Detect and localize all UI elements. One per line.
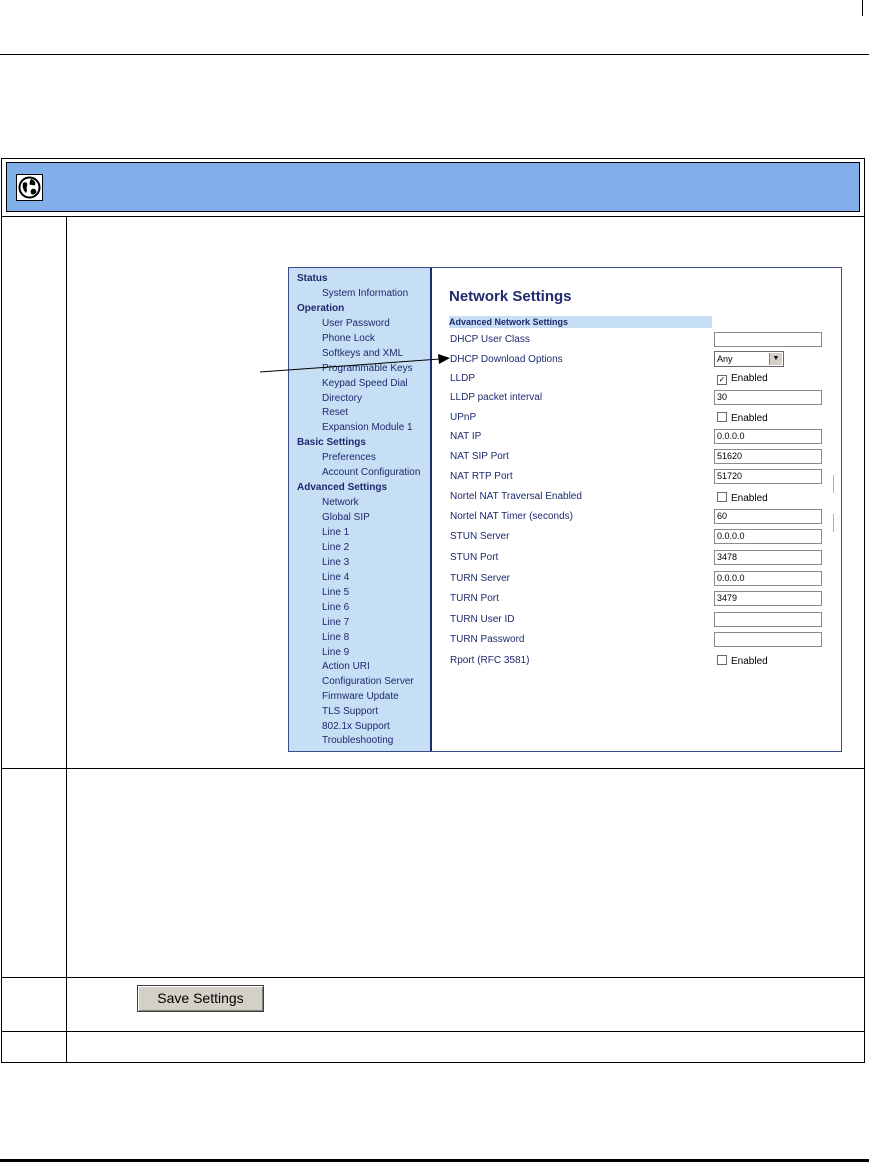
section-header: Advanced Network Settings xyxy=(449,316,712,328)
dhcp-download-options-value: Any xyxy=(717,354,733,364)
nat-sip-port-input[interactable]: 51620 xyxy=(714,449,822,464)
nav-item-line-9[interactable]: Line 9 xyxy=(322,647,349,659)
table-header-bar xyxy=(6,162,860,212)
upnp-label: UPnP xyxy=(450,412,477,423)
lldp-enabled-label: Enabled xyxy=(731,373,768,384)
nav-item-user-password[interactable]: User Password xyxy=(322,318,390,330)
nortel-nat-traversal-checkbox[interactable]: Enabled xyxy=(717,492,768,505)
turn-port-input[interactable]: 3479 xyxy=(714,591,822,606)
nat-rtp-port-input[interactable]: 51720 xyxy=(714,469,822,484)
bottom-rule xyxy=(0,1159,869,1162)
nav-item-expansion-module-1[interactable]: Expansion Module 1 xyxy=(322,422,413,434)
row-divider xyxy=(2,1031,864,1032)
row-divider xyxy=(2,216,864,217)
globe-icon xyxy=(16,174,43,201)
corner-tick xyxy=(862,0,863,16)
turn-server-input[interactable]: 0.0.0.0 xyxy=(714,571,822,586)
lldp-checkbox[interactable]: ✓ Enabled xyxy=(717,373,768,385)
nav-item-action-uri[interactable]: Action URI xyxy=(322,661,370,673)
nortel-nat-timer-input[interactable]: 60 xyxy=(714,509,822,524)
nav-item-preferences[interactable]: Preferences xyxy=(322,452,376,464)
nav-item-line-8[interactable]: Line 8 xyxy=(322,632,349,644)
nav-item-line-5[interactable]: Line 5 xyxy=(322,587,349,599)
upnp-checkbox[interactable]: Enabled xyxy=(717,412,768,425)
nav-item-phone-lock[interactable]: Phone Lock xyxy=(322,333,375,345)
nav-item-line-6[interactable]: Line 6 xyxy=(322,602,349,614)
rport-label: Rport (RFC 3581) xyxy=(450,655,530,666)
nav-item-directory[interactable]: Directory xyxy=(322,393,362,405)
nat-rtp-port-label: NAT RTP Port xyxy=(450,471,513,482)
top-rule xyxy=(0,54,869,55)
turn-password-label: TURN Password xyxy=(450,634,525,645)
nav-item-line-1[interactable]: Line 1 xyxy=(322,527,349,539)
checkbox-unchecked[interactable] xyxy=(717,492,727,502)
nav-item-line-4[interactable]: Line 4 xyxy=(322,572,349,584)
checkbox-checked[interactable]: ✓ xyxy=(717,375,727,385)
checkbox-unchecked[interactable] xyxy=(717,412,727,422)
dhcp-download-options-label: DHCP Download Options xyxy=(450,354,563,365)
nav-item-global-sip[interactable]: Global SIP xyxy=(322,512,370,524)
nav-item-line-3[interactable]: Line 3 xyxy=(322,557,349,569)
rport-enabled-label: Enabled xyxy=(731,656,768,667)
turn-password-input[interactable] xyxy=(714,632,822,647)
nortel-nat-enabled-label: Enabled xyxy=(731,493,768,504)
nav-item-network[interactable]: Network xyxy=(322,497,359,509)
scroll-edge xyxy=(833,514,834,532)
row-divider xyxy=(2,768,864,769)
nav-heading-advanced-settings[interactable]: Advanced Settings xyxy=(297,482,387,494)
stun-port-input[interactable]: 3478 xyxy=(714,550,822,565)
column-divider xyxy=(66,216,67,1062)
page-title: Network Settings xyxy=(449,288,572,305)
settings-content: Network Settings Advanced Network Settin… xyxy=(434,268,842,751)
dhcp-user-class-label: DHCP User Class xyxy=(450,334,530,345)
nav-heading-operation[interactable]: Operation xyxy=(297,303,344,315)
turn-user-id-input[interactable] xyxy=(714,612,822,627)
lldp-packet-interval-input[interactable]: 30 xyxy=(714,390,822,405)
turn-port-label: TURN Port xyxy=(450,593,499,604)
nat-ip-label: NAT IP xyxy=(450,431,482,442)
dhcp-download-options-select[interactable]: Any ▼ xyxy=(714,351,784,367)
stun-server-input[interactable]: 0.0.0.0 xyxy=(714,529,822,544)
nav-item-configuration-server[interactable]: Configuration Server xyxy=(322,676,414,688)
sidebar-nav: Status System Information Operation User… xyxy=(289,268,432,751)
upnp-enabled-label: Enabled xyxy=(731,413,768,424)
scroll-edge xyxy=(833,475,834,493)
turn-server-label: TURN Server xyxy=(450,573,511,584)
turn-user-id-label: TURN User ID xyxy=(450,614,515,625)
nav-item-line-7[interactable]: Line 7 xyxy=(322,617,349,629)
nav-heading-basic-settings[interactable]: Basic Settings xyxy=(297,437,366,449)
stun-port-label: STUN Port xyxy=(450,552,499,563)
rport-checkbox[interactable]: Enabled xyxy=(717,655,768,668)
nortel-nat-traversal-label: Nortel NAT Traversal Enabled xyxy=(450,491,582,502)
nav-item-line-2[interactable]: Line 2 xyxy=(322,542,349,554)
save-settings-button[interactable]: Save Settings xyxy=(137,985,264,1012)
nortel-nat-timer-label: Nortel NAT Timer (seconds) xyxy=(450,511,573,522)
nav-item-system-information[interactable]: System Information xyxy=(322,288,408,300)
lldp-packet-interval-label: LLDP packet interval xyxy=(450,392,543,403)
web-ui-screenshot: Status System Information Operation User… xyxy=(288,267,842,752)
row-divider xyxy=(2,977,864,978)
stun-server-label: STUN Server xyxy=(450,531,510,542)
nav-item-account-configuration[interactable]: Account Configuration xyxy=(322,467,420,479)
nat-sip-port-label: NAT SIP Port xyxy=(450,451,509,462)
nav-item-reset[interactable]: Reset xyxy=(322,407,348,419)
chevron-down-icon[interactable]: ▼ xyxy=(769,353,782,365)
nat-ip-input[interactable]: 0.0.0.0 xyxy=(714,429,822,444)
nav-item-8021x-support[interactable]: 802.1x Support xyxy=(322,721,390,733)
nav-heading-status[interactable]: Status xyxy=(297,273,328,285)
nav-item-tls-support[interactable]: TLS Support xyxy=(322,706,378,718)
nav-item-troubleshooting[interactable]: Troubleshooting xyxy=(322,735,393,747)
callout-arrow xyxy=(259,354,450,373)
checkbox-unchecked[interactable] xyxy=(717,655,727,665)
dhcp-user-class-input[interactable] xyxy=(714,332,822,347)
nav-item-firmware-update[interactable]: Firmware Update xyxy=(322,691,399,703)
